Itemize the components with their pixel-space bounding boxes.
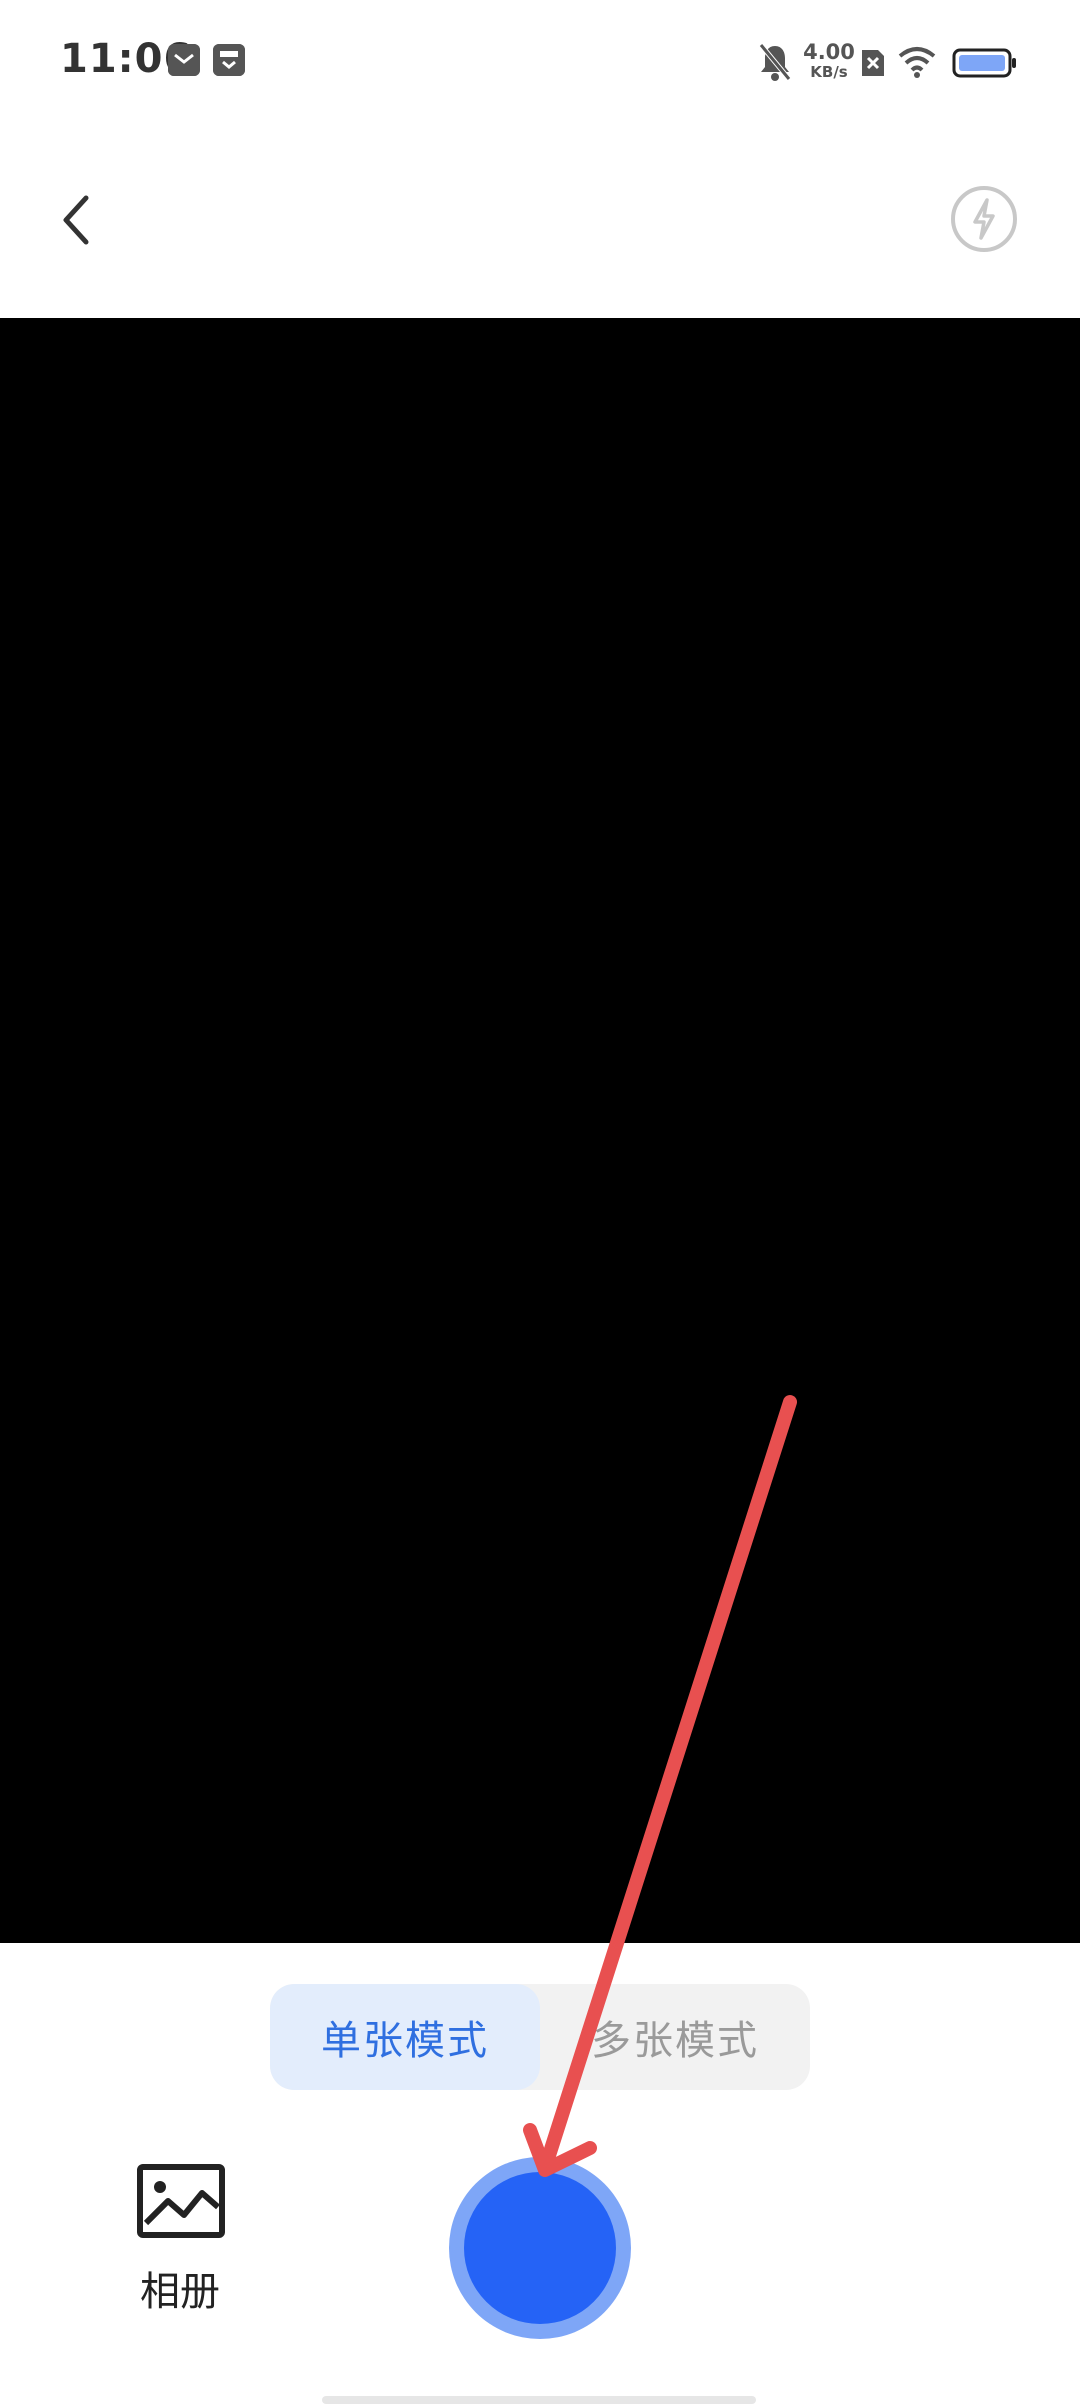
flash-off-icon xyxy=(951,186,1017,252)
shutter-button[interactable] xyxy=(449,2157,631,2339)
shutter-button-inner xyxy=(464,2172,616,2324)
capture-mode-switch: 单张模式 多张模式 xyxy=(270,1984,810,2090)
home-indicator[interactable] xyxy=(322,2396,756,2404)
net-speed-unit: KB/s xyxy=(810,63,848,81)
status-right-group: 4.00 KB/s xyxy=(0,36,1080,92)
tab-single-mode[interactable]: 单张模式 xyxy=(270,1984,540,2090)
sim-none-icon xyxy=(862,50,884,76)
album-label: 相册 xyxy=(140,2269,220,2315)
bell-muted-icon xyxy=(759,43,791,81)
camera-viewfinder xyxy=(0,318,1080,1943)
flash-toggle-button[interactable] xyxy=(947,182,1021,256)
bottom-controls: 单张模式 多张模式 相册 xyxy=(0,1943,1080,2408)
camera-screen: 11:06 4.00 KB/s 单张模式 多张模式 相册 xyxy=(0,0,1080,2408)
status-bar: 11:06 4.00 KB/s xyxy=(0,0,1080,128)
album-button[interactable]: 相册 xyxy=(120,2163,240,2315)
net-speed-value: 4.00 xyxy=(803,40,855,64)
back-button[interactable] xyxy=(40,184,112,256)
tab-multi-mode[interactable]: 多张模式 xyxy=(540,1984,810,2090)
wifi-icon xyxy=(898,47,936,78)
top-app-bar xyxy=(0,128,1080,318)
image-icon xyxy=(137,2164,225,2238)
battery-icon xyxy=(952,48,1016,78)
net-speed: 4.00 KB/s xyxy=(800,42,858,80)
chevron-left-icon xyxy=(63,195,89,245)
